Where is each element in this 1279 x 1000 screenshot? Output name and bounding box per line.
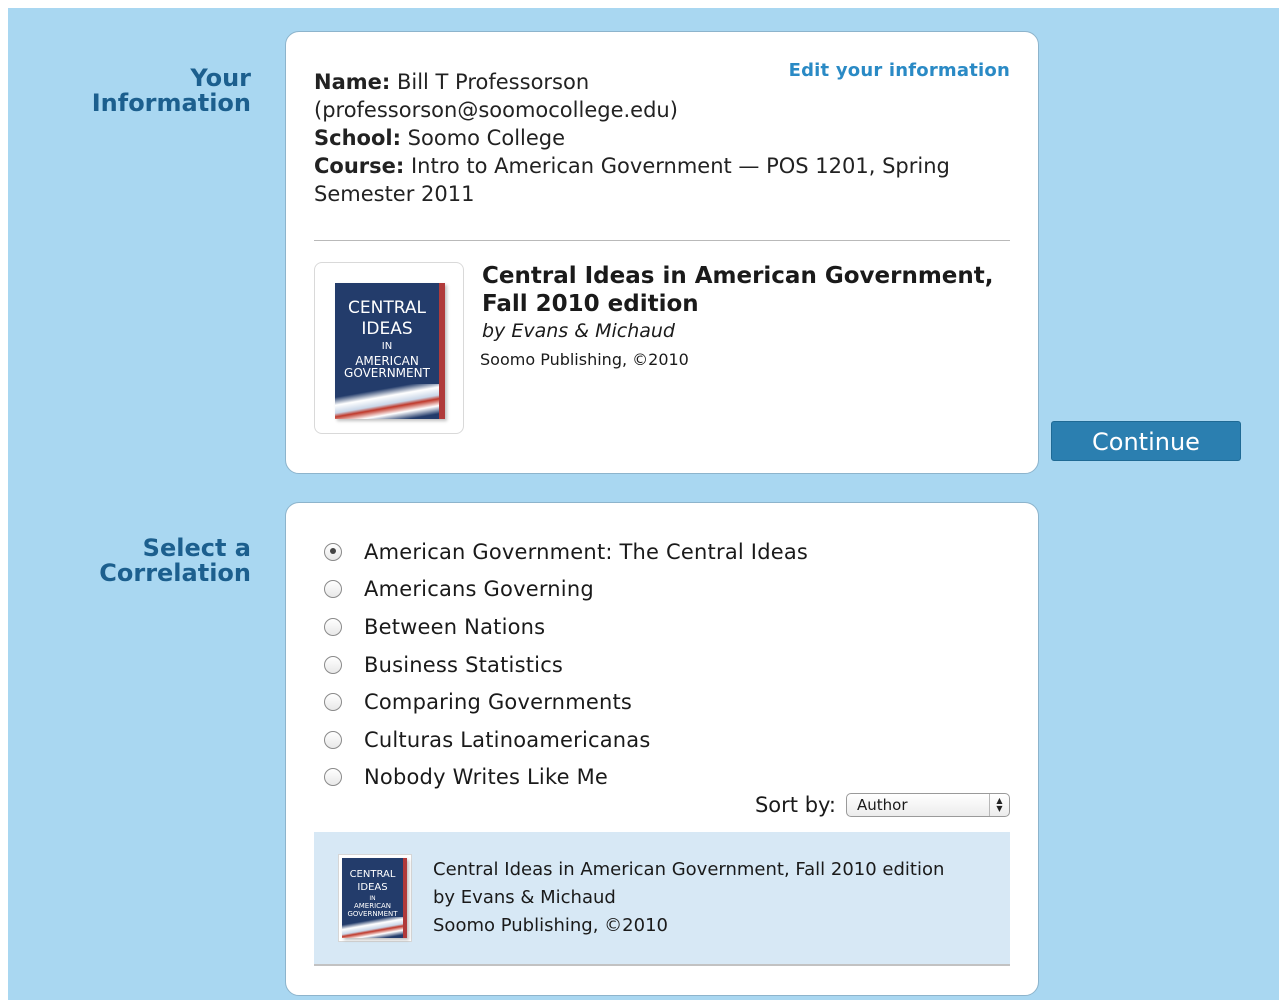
preview-author: by Evans & Michaud bbox=[433, 887, 616, 908]
school-value: Soomo College bbox=[407, 126, 566, 150]
select-arrows-icon: ▲ ▼ bbox=[989, 794, 1009, 816]
option-label: Between Nations bbox=[364, 614, 546, 639]
divider bbox=[314, 240, 1010, 241]
sort-selected-value: Author bbox=[857, 796, 908, 814]
your-information-heading: Your Information bbox=[91, 64, 251, 117]
option-label: Americans Governing bbox=[364, 577, 594, 602]
selected-book-preview: CENTRAL IDEAS IN AMERICAN GOVERNMENT Cen… bbox=[314, 832, 1010, 966]
correlation-option[interactable]: Americans Governing bbox=[324, 571, 808, 609]
course-value: Intro to American Government — POS 1201,… bbox=[314, 154, 950, 206]
book-title: Central Ideas in American Government, Fa… bbox=[482, 263, 994, 317]
preview-details: Central Ideas in American Government, Fa… bbox=[433, 856, 944, 940]
preview-book-cover-image: CENTRAL IDEAS IN AMERICAN GOVERNMENT bbox=[342, 858, 407, 938]
correlation-option[interactable]: Business Statistics bbox=[324, 646, 808, 684]
name-label: Name: bbox=[314, 70, 391, 94]
course-label: Course: bbox=[314, 154, 405, 178]
radio-button[interactable] bbox=[324, 617, 342, 636]
book-publisher: Soomo Publishing, ©2010 bbox=[480, 350, 689, 369]
sort-label: Sort by: bbox=[754, 793, 836, 817]
page-background: Your Information Edit your information N… bbox=[8, 8, 1279, 1000]
correlation-options: American Government: The Central Ideas A… bbox=[324, 533, 808, 796]
radio-button[interactable] bbox=[324, 655, 342, 674]
radio-button[interactable] bbox=[324, 730, 342, 749]
preview-publisher: Soomo Publishing, ©2010 bbox=[433, 915, 668, 936]
email-value: (professorson@soomocollege.edu) bbox=[314, 98, 678, 122]
course-row: Course: Intro to American Government — P… bbox=[314, 152, 974, 208]
user-details: Name: Bill T Professorson (professorson@… bbox=[314, 68, 1004, 208]
book-author: by Evans & Michaud bbox=[482, 320, 675, 342]
preview-cover-frame: CENTRAL IDEAS IN AMERICAN GOVERNMENT bbox=[338, 854, 412, 942]
select-correlation-heading: Select a Correlation bbox=[99, 534, 251, 587]
correlation-option[interactable]: American Government: The Central Ideas bbox=[324, 533, 808, 571]
option-label: Culturas Latinoamericanas bbox=[364, 727, 651, 752]
correlation-option[interactable]: Culturas Latinoamericanas bbox=[324, 721, 808, 759]
flag-graphic bbox=[342, 917, 403, 938]
radio-button[interactable] bbox=[324, 693, 342, 712]
book-cover-image: CENTRAL IDEAS IN AMERICAN GOVERNMENT bbox=[335, 283, 445, 419]
correlation-panel: American Government: The Central Ideas A… bbox=[285, 502, 1039, 996]
continue-button[interactable]: Continue bbox=[1051, 421, 1241, 461]
correlation-option[interactable]: Nobody Writes Like Me bbox=[324, 759, 808, 797]
book-cover-frame: CENTRAL IDEAS IN AMERICAN GOVERNMENT bbox=[314, 262, 464, 434]
correlation-option[interactable]: Comparing Governments bbox=[324, 683, 808, 721]
name-row: Name: Bill T Professorson bbox=[314, 68, 1004, 96]
option-label: Business Statistics bbox=[364, 652, 564, 677]
name-value: Bill T Professorson bbox=[396, 70, 590, 94]
option-label: Comparing Governments bbox=[364, 690, 633, 715]
information-panel: Edit your information Name: Bill T Profe… bbox=[285, 31, 1039, 474]
radio-button[interactable] bbox=[324, 768, 342, 787]
preview-title: Central Ideas in American Government, Fa… bbox=[433, 859, 945, 880]
correlation-option[interactable]: Between Nations bbox=[324, 608, 808, 646]
radio-button-selected[interactable] bbox=[324, 542, 342, 561]
option-label: American Government: The Central Ideas bbox=[364, 539, 809, 564]
school-row: School: Soomo College bbox=[314, 124, 1004, 152]
flag-graphic bbox=[335, 383, 439, 419]
school-label: School: bbox=[314, 126, 401, 150]
sort-control: Sort by: Author ▲ ▼ bbox=[755, 793, 1010, 817]
sort-select[interactable]: Author ▲ ▼ bbox=[846, 793, 1010, 817]
option-label: Nobody Writes Like Me bbox=[364, 765, 609, 790]
radio-button[interactable] bbox=[324, 580, 342, 599]
